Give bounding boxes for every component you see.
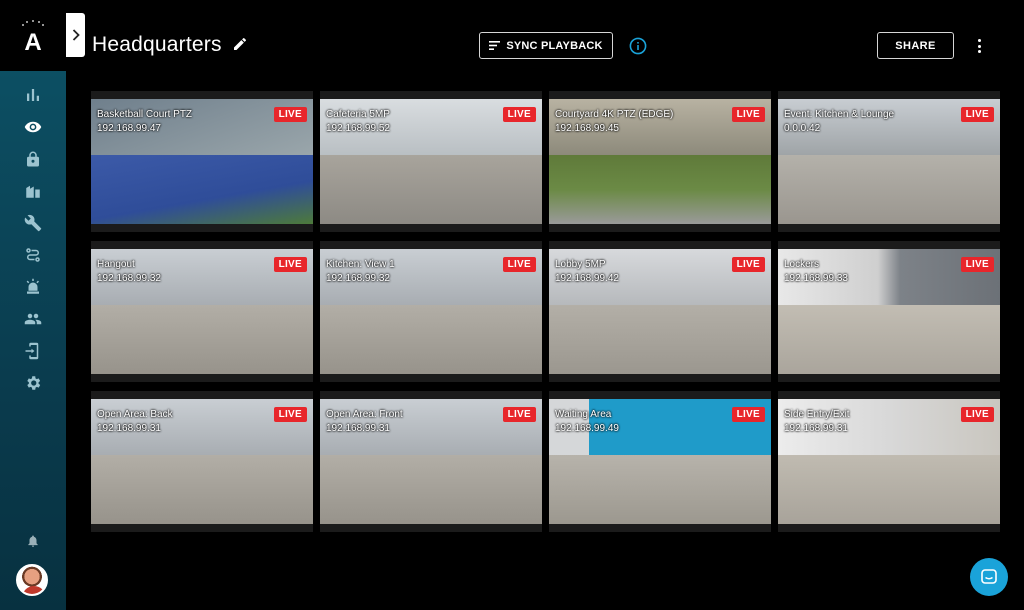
live-badge: LIVE: [731, 257, 765, 272]
chevron-right-icon: [72, 29, 80, 41]
camera-tile[interactable]: Kitchen: View 1 192.168.99.32 LIVE: [320, 241, 542, 382]
camera-name: Side Entry/Exit: [784, 409, 850, 420]
live-badge: LIVE: [273, 407, 307, 422]
live-badge: LIVE: [960, 407, 994, 422]
more-options-icon[interactable]: [970, 37, 988, 55]
sidebar: A: [0, 0, 66, 610]
camera-ip: 192.168.99.49: [555, 423, 619, 434]
camera-name: Basketball Court PTZ: [97, 109, 193, 120]
info-icon[interactable]: [629, 37, 647, 55]
eye-icon: [24, 121, 42, 133]
camera-name: Courtyard 4K PTZ (EDGE): [555, 109, 674, 120]
camera-name: Kitchen: View 1: [326, 259, 395, 270]
wrench-icon: [24, 214, 42, 232]
nav-rail: [0, 71, 66, 610]
share-button[interactable]: SHARE: [877, 32, 954, 59]
camera-ip: 192.168.99.32: [326, 273, 390, 284]
camera-name: Open Area: Back: [97, 409, 173, 420]
live-badge: LIVE: [731, 407, 765, 422]
share-label: SHARE: [895, 39, 936, 52]
live-badge: LIVE: [731, 107, 765, 122]
camera-ip: 192.168.99.33: [784, 273, 848, 284]
camera-ip: 0.0.0.42: [784, 123, 821, 134]
sidebar-item-gear[interactable]: [0, 367, 66, 399]
sidebar-item-lock[interactable]: [0, 143, 66, 175]
camera-ip: 192.168.99.31: [784, 423, 848, 434]
camera-name: Lobby 5MP: [555, 259, 606, 270]
route-icon: [26, 248, 40, 262]
people-icon: [24, 313, 42, 325]
chat-icon: [981, 569, 997, 584]
camera-name: Hangout: [97, 259, 135, 270]
camera-tile[interactable]: Hangout 192.168.99.32 LIVE: [91, 241, 313, 382]
sidebar-item-alarm[interactable]: [0, 271, 66, 303]
device-transfer-icon: [25, 342, 39, 360]
sidebar-item-eye[interactable]: [0, 111, 66, 143]
alarm-icon: [26, 278, 39, 294]
camera-ip: 192.168.99.42: [555, 273, 619, 284]
sidebar-item-buildings[interactable]: [0, 175, 66, 207]
camera-name: Event: Kitchen & Lounge: [784, 109, 895, 120]
sidebar-item-route[interactable]: [0, 239, 66, 271]
camera-ip: 192.168.99.31: [97, 423, 161, 434]
list-icon: [489, 41, 501, 50]
camera-ip: 192.168.99.52: [326, 123, 390, 134]
camera-tile[interactable]: Courtyard 4K PTZ (EDGE) 192.168.99.45 LIVE: [549, 91, 771, 232]
camera-tile[interactable]: Side Entry/Exit 192.168.99.31 LIVE: [778, 391, 1000, 532]
camera-ip: 192.168.99.32: [97, 273, 161, 284]
live-badge: LIVE: [502, 107, 536, 122]
camera-tile[interactable]: Cafeteria 5MP 192.168.99.52 LIVE: [320, 91, 542, 232]
buildings-icon: [26, 185, 40, 198]
camera-tile[interactable]: Event: Kitchen & Lounge 0.0.0.42 LIVE: [778, 91, 1000, 232]
camera-name: Cafeteria 5MP: [326, 109, 390, 120]
live-badge: LIVE: [960, 257, 994, 272]
live-badge: LIVE: [273, 257, 307, 272]
camera-ip: 192.168.99.31: [326, 423, 390, 434]
camera-ip: 192.168.99.47: [97, 123, 161, 134]
sidebar-item-device-transfer[interactable]: [0, 335, 66, 367]
camera-tile[interactable]: Basketball Court PTZ 192.168.99.47 LIVE: [91, 91, 313, 232]
live-badge: LIVE: [960, 107, 994, 122]
sidebar-item-people[interactable]: [0, 303, 66, 335]
camera-tile[interactable]: Lobby 5MP 192.168.99.42 LIVE: [549, 241, 771, 382]
brand-logo[interactable]: A: [17, 15, 49, 55]
camera-tile[interactable]: Open Area: Back 192.168.99.31 LIVE: [91, 391, 313, 532]
lock-icon: [27, 151, 39, 167]
camera-ip: 192.168.99.45: [555, 123, 619, 134]
user-avatar[interactable]: [16, 564, 48, 596]
live-badge: LIVE: [502, 257, 536, 272]
gear-icon: [27, 376, 41, 390]
camera-tile[interactable]: Lockers 192.168.99.33 LIVE: [778, 241, 1000, 382]
pencil-icon[interactable]: [232, 36, 248, 52]
camera-name: Lockers: [784, 259, 820, 270]
camera-tile[interactable]: Waiting Area 192.168.99.49 LIVE: [549, 391, 771, 532]
bar-chart-icon: [27, 89, 39, 101]
sync-playback-label: SYNC PLAYBACK: [506, 39, 603, 52]
sync-playback-button[interactable]: SYNC PLAYBACK: [479, 32, 613, 59]
sidebar-item-bar-chart[interactable]: [0, 79, 66, 111]
expand-sidebar-button[interactable]: [66, 13, 85, 57]
camera-grid: Basketball Court PTZ 192.168.99.47 LIVE Caf…: [91, 91, 1000, 532]
sidebar-item-wrench[interactable]: [0, 207, 66, 239]
brand-letter: A: [24, 29, 41, 55]
live-badge: LIVE: [502, 407, 536, 422]
camera-name: Open Area: Front: [326, 409, 403, 420]
page-title: Headquarters: [92, 33, 222, 56]
camera-tile[interactable]: Open Area: Front 192.168.99.31 LIVE: [320, 391, 542, 532]
camera-name: Waiting Area: [555, 409, 612, 420]
chat-support-button[interactable]: [970, 558, 1008, 596]
live-badge: LIVE: [273, 107, 307, 122]
notifications-bell-icon[interactable]: [0, 526, 66, 556]
logo-area: A: [0, 0, 66, 70]
